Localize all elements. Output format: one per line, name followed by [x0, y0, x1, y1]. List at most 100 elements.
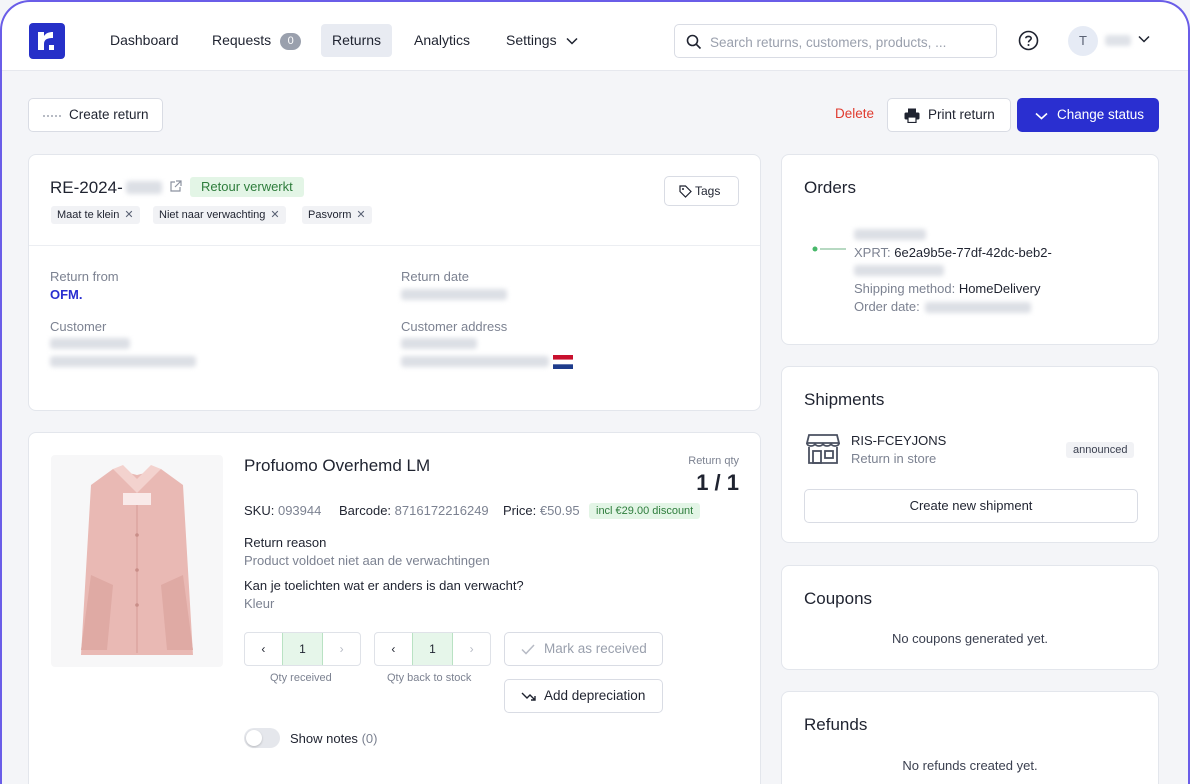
barcode-label: Barcode:: [339, 503, 392, 518]
add-depreciation-button[interactable]: Add depreciation: [504, 679, 663, 713]
search-box[interactable]: [674, 24, 997, 58]
qty-received-value[interactable]: 1: [281, 633, 324, 665]
product-card: Profuomo Overhemd LM Return qty 1 / 1 SK…: [28, 432, 761, 784]
nav-settings-label: Settings: [506, 32, 557, 48]
return-id: RE-2024-: [50, 178, 123, 197]
chevron-down-icon: [566, 38, 579, 45]
change-status-button[interactable]: Change status: [1017, 98, 1159, 132]
order-date-label: Order date:: [854, 299, 920, 314]
chevron-down-icon[interactable]: [1138, 35, 1150, 43]
qty-received-stepper[interactable]: ‹ 1 ›: [244, 632, 361, 666]
store-icon: [806, 434, 840, 464]
tags-button[interactable]: Tags: [664, 176, 739, 206]
qty-stock-value[interactable]: 1: [411, 633, 454, 665]
return-date-label: Return date: [401, 269, 469, 284]
chevron-down-icon: [1035, 112, 1048, 120]
refunds-title: Refunds: [804, 715, 868, 734]
show-notes-toggle[interactable]: [244, 728, 280, 748]
return-details-card: RE-2024- Retour verwerkt Maat te klein ✕ …: [28, 154, 761, 411]
help-icon[interactable]: [1018, 30, 1039, 51]
trend-down-icon: [521, 692, 536, 701]
shipping-method-value: HomeDelivery: [958, 281, 1041, 296]
create-shipment-button[interactable]: Create new shipment: [804, 489, 1138, 523]
qty-stock-stepper[interactable]: ‹ 1 ›: [374, 632, 491, 666]
tag-icon: [679, 185, 692, 198]
user-avatar[interactable]: T: [1068, 26, 1098, 56]
shipment-method: Return in store: [851, 451, 937, 466]
create-return-button[interactable]: Create return: [28, 98, 163, 132]
requests-count-badge: 0: [280, 32, 302, 50]
change-status-label: Change status: [1057, 107, 1145, 122]
delete-button[interactable]: Delete: [835, 98, 874, 132]
sku-label: SKU:: [244, 503, 275, 518]
sku-value: 093944: [277, 503, 322, 518]
show-notes-label: Show notes: [290, 731, 358, 746]
nav-analytics[interactable]: Analytics: [403, 24, 481, 57]
tags-label: Tags: [695, 184, 721, 198]
close-icon[interactable]: ✕: [124, 209, 133, 221]
customer-email-redacted: [50, 356, 196, 367]
xprt: XPRT: 6e2a9b5e-77df-42dc-beb2-: [854, 245, 1052, 260]
orders-card: Orders XPRT: 6e2a9b5e-77df-42dc-beb2- Sh…: [781, 154, 1159, 345]
chevron-right-icon[interactable]: ›: [323, 633, 360, 665]
discount-badge: incl €29.00 discount: [589, 503, 701, 519]
tag-chip: Niet naar verwachting ✕: [153, 206, 286, 224]
retailer-logo: [812, 240, 848, 252]
qty-received-label: Qty received: [270, 672, 332, 684]
return-qty-value: 1 / 1: [696, 470, 739, 495]
search-input[interactable]: [710, 32, 990, 52]
close-icon[interactable]: ✕: [270, 209, 279, 221]
app-logo[interactable]: [29, 23, 65, 59]
customer-address-label: Customer address: [401, 319, 508, 334]
nav-requests[interactable]: Requests 0: [201, 24, 312, 57]
coupons-title: Coupons: [804, 589, 873, 608]
customer-name-redacted: [50, 338, 130, 349]
shipping-method-label: Shipping method:: [854, 281, 956, 296]
product-name: Profuomo Overhemd LM: [244, 456, 431, 475]
barcode: Barcode: 8716172216249: [339, 503, 489, 518]
chevron-right-icon[interactable]: ›: [453, 633, 490, 665]
price-label: Price:: [503, 503, 537, 518]
shipments-card: Shipments RIS-FCEYJONS Return in store a…: [781, 366, 1159, 543]
print-return-label: Print return: [928, 107, 995, 122]
xprt-label: XPRT:: [854, 245, 891, 260]
price: Price: €50.95: [503, 503, 580, 518]
status-badge: Retour verwerkt: [190, 177, 304, 197]
nav-settings[interactable]: Settings: [495, 24, 589, 57]
printer-icon: [904, 108, 920, 123]
create-icon: [43, 115, 63, 117]
nav-returns[interactable]: Returns: [321, 24, 393, 57]
tag-chip: Maat te klein ✕: [51, 206, 140, 224]
shipment-status-badge: announced: [1066, 442, 1135, 458]
tag-label: Maat te klein: [57, 209, 120, 221]
create-return-label: Create return: [69, 107, 149, 122]
address-line-redacted: [401, 356, 549, 367]
return-reason-label: Return reason: [244, 535, 327, 550]
nav-requests-label: Requests: [212, 32, 272, 48]
check-icon: [521, 644, 535, 655]
refunds-empty-state: No refunds created yet.: [902, 758, 1038, 773]
netherlands-flag-icon: [553, 355, 573, 369]
top-navigation: Dashboard Requests 0 Returns Analytics Se…: [0, 0, 1190, 71]
close-icon[interactable]: ✕: [356, 209, 365, 221]
xprt-value: 6e2a9b5e-77df-42dc-beb2-: [894, 245, 1052, 260]
nav-dashboard[interactable]: Dashboard: [99, 24, 190, 57]
product-image: [51, 455, 223, 667]
coupons-empty-state: No coupons generated yet.: [891, 631, 1049, 646]
show-notes: Show notes (0): [290, 731, 377, 746]
return-id-redacted: [126, 181, 162, 194]
barcode-value: 8716172216249: [394, 503, 489, 518]
mark-received-button[interactable]: Mark as received: [504, 632, 663, 666]
address-line-redacted: [401, 338, 477, 349]
tag-label: Niet naar verwachting: [159, 209, 266, 221]
orders-title: Orders: [804, 178, 856, 197]
chevron-left-icon[interactable]: ‹: [375, 633, 412, 665]
coupons-card: Coupons No coupons generated yet.: [781, 565, 1159, 670]
add-depreciation-label: Add depreciation: [544, 688, 646, 703]
shipment-code[interactable]: RIS-FCEYJONS: [851, 433, 946, 448]
chevron-left-icon[interactable]: ‹: [245, 633, 282, 665]
external-link-icon[interactable]: [169, 180, 182, 193]
tag-label: Pasvorm: [308, 209, 352, 221]
print-return-button[interactable]: Print return: [887, 98, 1011, 132]
mark-received-label: Mark as received: [544, 641, 647, 656]
